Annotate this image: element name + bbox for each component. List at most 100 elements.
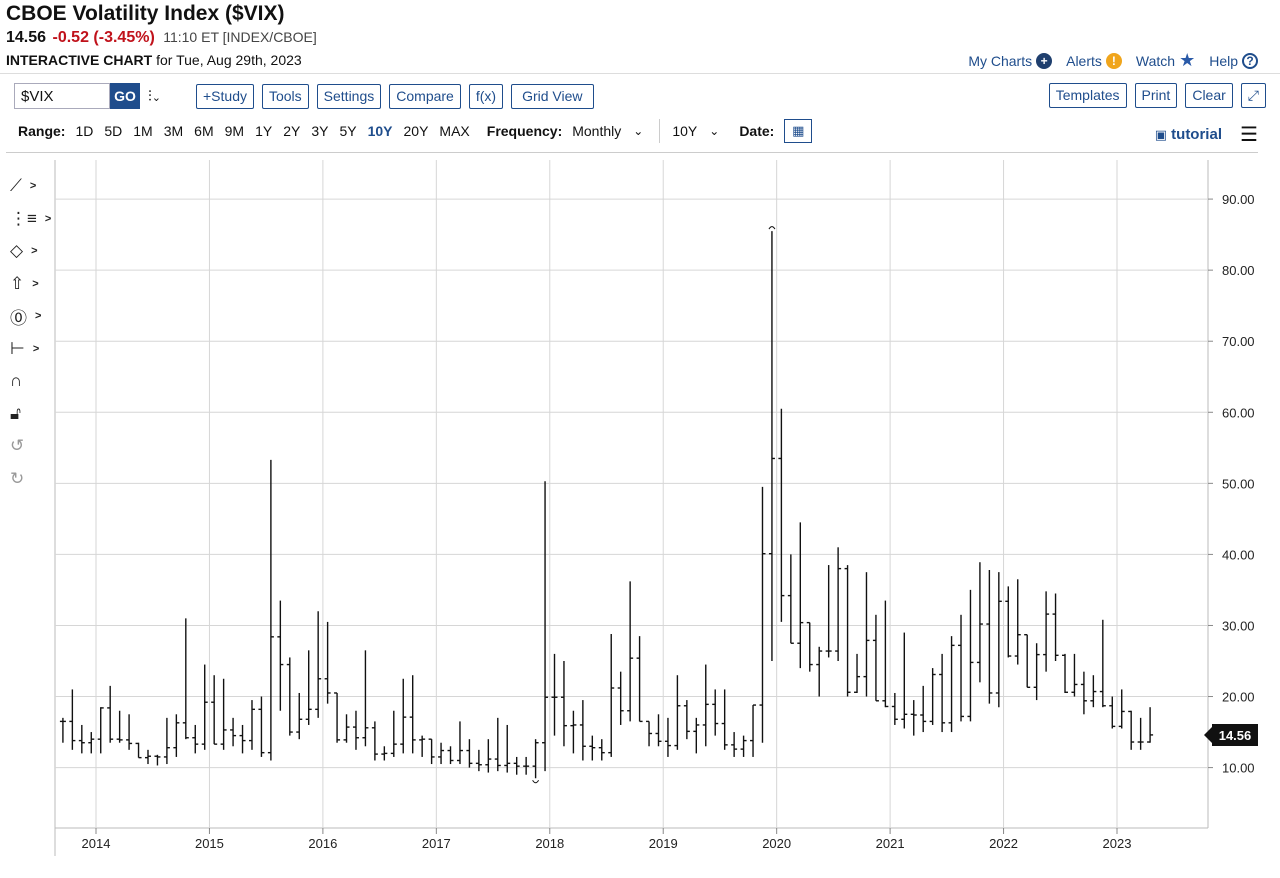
ohlc-bar xyxy=(882,600,889,708)
ohlc-bar xyxy=(768,231,775,661)
low-marker xyxy=(532,779,540,784)
ohlc-bar xyxy=(797,522,804,669)
ohlc-bar xyxy=(1137,717,1144,750)
ohlc-bar xyxy=(1014,579,1021,665)
ohlc-bar xyxy=(258,696,265,757)
x-tick-label: 2020 xyxy=(762,836,791,851)
ohlc-bar xyxy=(1090,675,1097,708)
ohlc-bar xyxy=(494,717,501,772)
ohlc-bar xyxy=(447,746,454,765)
ohlc-bar xyxy=(59,717,66,743)
ohlc-bar xyxy=(230,717,237,747)
ohlc-bar xyxy=(1005,586,1012,658)
ohlc-bar xyxy=(523,756,530,775)
x-tick-label: 2018 xyxy=(535,836,564,851)
ohlc-bar xyxy=(740,735,747,757)
ohlc-bar xyxy=(948,636,955,733)
ohlc-bar xyxy=(192,724,199,754)
ohlc-bar xyxy=(721,689,728,750)
ohlc-bar xyxy=(163,717,170,765)
vix-chart[interactable]: 2014 2015 2016 2017 2018 2019 2020 2021 2022 2023… xyxy=(0,0,1280,878)
ohlc-bar xyxy=(655,714,662,747)
ohlc-bar xyxy=(362,650,369,747)
ohlc-bar xyxy=(1071,653,1078,697)
ohlc-bar xyxy=(608,633,615,757)
ohlc-bar xyxy=(835,547,842,661)
ohlc-bar xyxy=(239,724,246,754)
ohlc-bar xyxy=(759,486,766,743)
ohlc-bar xyxy=(400,678,407,754)
ohlc-bar xyxy=(551,653,558,736)
ohlc-bar xyxy=(854,653,861,693)
y-tick-label: 40.00 xyxy=(1222,547,1255,562)
ohlc-bar xyxy=(513,756,520,775)
x-tick-label: 2023 xyxy=(1103,836,1132,851)
ohlc-bar xyxy=(863,572,870,697)
ohlc-bar xyxy=(901,632,908,729)
ohlc-bar xyxy=(825,565,832,658)
ohlc-bar xyxy=(1147,707,1154,743)
ohlc-bar xyxy=(343,714,350,743)
ohlc-bar xyxy=(182,618,189,740)
ohlc-bar xyxy=(627,581,634,722)
ohlc-bar xyxy=(126,714,133,750)
ohlc-bar xyxy=(390,710,397,757)
ohlc-bar xyxy=(69,689,76,750)
y-tick-label: 90.00 xyxy=(1222,192,1255,207)
ohlc-bar xyxy=(702,664,709,747)
ohlc-bar xyxy=(1099,619,1106,708)
ohlc-bar xyxy=(617,671,624,725)
ohlc-bar xyxy=(1062,653,1069,693)
ohlc-bar xyxy=(78,724,85,754)
ohlc-bar xyxy=(305,650,312,725)
ohlc-bar xyxy=(891,692,898,725)
ohlc-bar xyxy=(1033,643,1040,701)
ohlc-bar xyxy=(806,621,813,672)
ohlc-bar xyxy=(352,710,359,750)
y-tick-label: 50.00 xyxy=(1222,476,1255,491)
ohlc-bar xyxy=(778,408,785,622)
ohlc-bar xyxy=(296,692,303,740)
ohlc-bar xyxy=(1080,671,1087,715)
ohlc-bar xyxy=(683,700,690,740)
ohlc-bar xyxy=(324,621,331,704)
ohlc-bar xyxy=(1024,634,1031,688)
x-tick-label: 2017 xyxy=(422,836,451,851)
ohlc-bar xyxy=(107,685,114,743)
ohlc-bar xyxy=(674,675,681,750)
y-tick-label: 80.00 xyxy=(1222,263,1255,278)
y-axis-ticks: 10.00 20.00 30.00 40.00 50.00 60.00 70.00 80.00… xyxy=(1222,192,1255,776)
ohlc-bar xyxy=(201,664,208,750)
ohlc-bar xyxy=(939,653,946,733)
ohlc-bar xyxy=(560,661,567,747)
ohlc-bar xyxy=(967,589,974,722)
ohlc-bar xyxy=(589,735,596,761)
ohlc-bar xyxy=(144,749,151,765)
ohlc-bar xyxy=(872,614,879,702)
ohlc-bar xyxy=(116,710,123,743)
ohlc-bar xyxy=(409,675,416,754)
ohlc-bar xyxy=(532,739,539,779)
ohlc-bar xyxy=(1118,689,1125,729)
x-tick-label: 2015 xyxy=(195,836,224,851)
last-value-tag: 14.56 xyxy=(1204,724,1258,746)
ohlc-bar xyxy=(598,739,605,761)
ohlc-bar xyxy=(248,700,255,750)
ohlc-bar xyxy=(277,600,284,711)
x-axis-ticks: 2014 2015 2016 2017 2018 2019 2020 2021 2022 2023 xyxy=(82,836,1132,851)
y-tick-label: 60.00 xyxy=(1222,405,1255,420)
ohlc-bar xyxy=(381,746,388,761)
ohlc-bar xyxy=(995,572,1002,708)
ohlc-bar xyxy=(173,714,180,757)
ohlc-bar xyxy=(334,692,341,743)
y-tick-label: 30.00 xyxy=(1222,618,1255,633)
ohlc-bar xyxy=(1109,696,1116,729)
high-marker xyxy=(768,226,776,230)
ohlc-bar xyxy=(88,732,95,754)
ohlc-bar xyxy=(646,720,653,747)
ohlc-bar xyxy=(693,717,700,754)
ohlc-bar xyxy=(731,732,738,757)
ohlc-bar xyxy=(976,562,983,683)
ohlc-bar xyxy=(267,459,274,761)
ohlc-bar xyxy=(135,742,142,759)
